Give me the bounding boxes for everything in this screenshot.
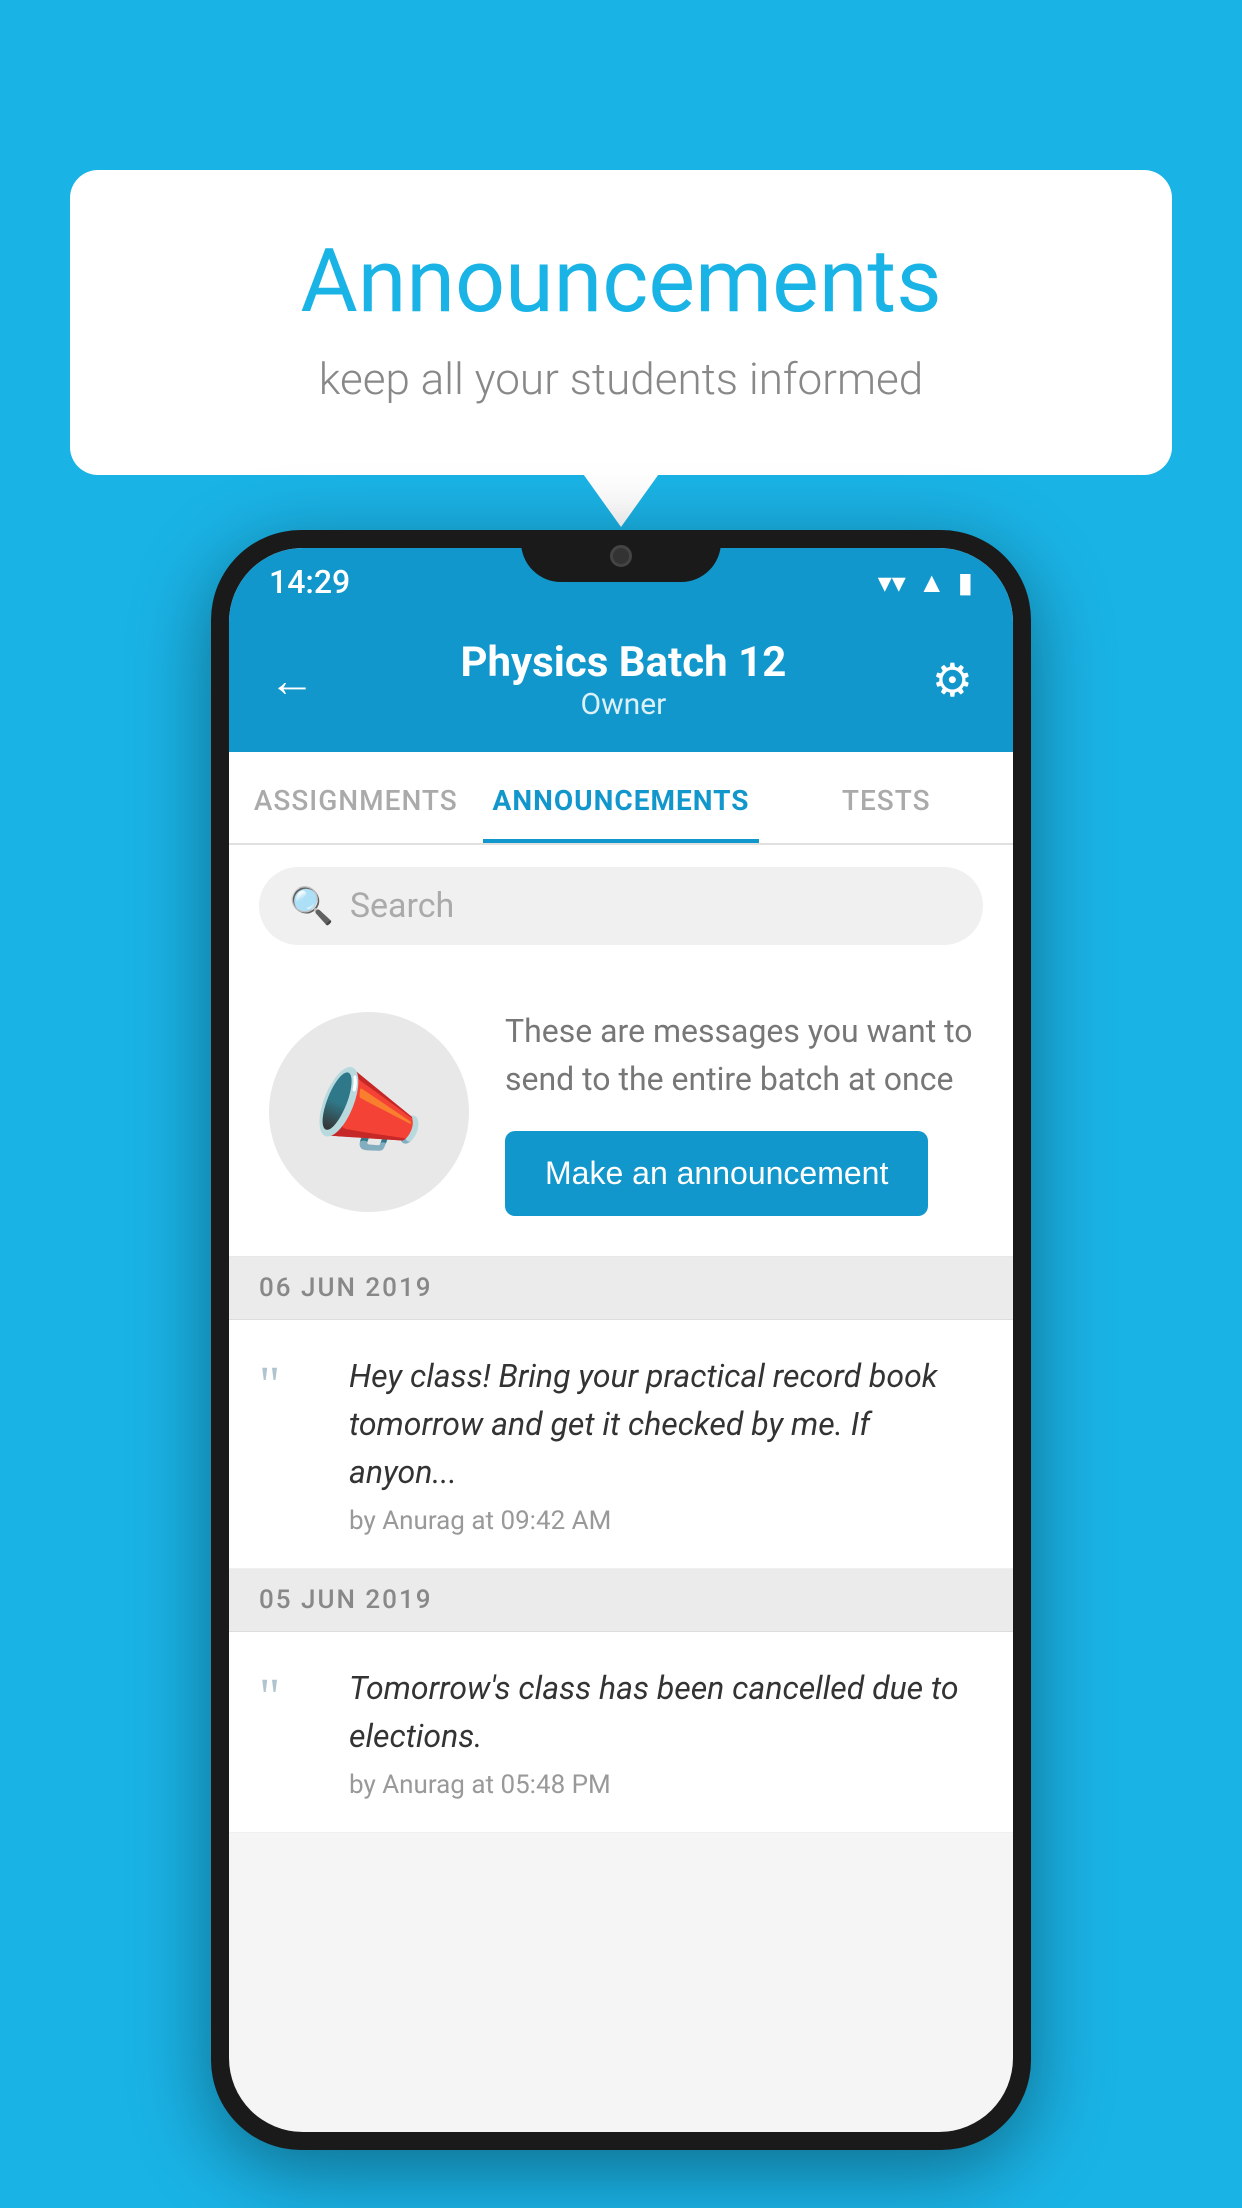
speech-bubble-container: Announcements keep all your students inf… [70, 170, 1172, 475]
tab-announcements[interactable]: ANNOUNCEMENTS [483, 752, 760, 843]
date-separator-2: 05 JUN 2019 [229, 1569, 1013, 1632]
wifi-icon: ▾▾ [878, 566, 906, 599]
phone-mockup: 14:29 ▾▾ ▲ ▮ ← Physics Batch 12 Owner ⚙ … [211, 530, 1031, 2150]
front-camera [610, 545, 632, 567]
back-button[interactable]: ← [269, 653, 315, 708]
megaphone-icon: 📣 [313, 1059, 425, 1164]
announcement-item-1[interactable]: " Hey class! Bring your practical record… [229, 1320, 1013, 1569]
promo-icon-circle: 📣 [269, 1012, 469, 1212]
announcement-content-1: Hey class! Bring your practical record b… [349, 1352, 983, 1536]
battery-icon: ▮ [958, 566, 973, 599]
announcement-text-1: Hey class! Bring your practical record b… [349, 1352, 983, 1496]
search-container: 🔍 Search [229, 845, 1013, 967]
tab-tests[interactable]: TESTS [759, 752, 1013, 843]
signal-icon: ▲ [918, 566, 946, 599]
announcement-meta-2: by Anurag at 05:48 PM [349, 1770, 983, 1800]
make-announcement-button[interactable]: Make an announcement [505, 1131, 928, 1216]
search-input[interactable]: Search [350, 886, 454, 926]
quote-icon-1: " [259, 1360, 319, 1412]
tab-assignments[interactable]: ASSIGNMENTS [229, 752, 483, 843]
phone-outer: 14:29 ▾▾ ▲ ▮ ← Physics Batch 12 Owner ⚙ … [211, 530, 1031, 2150]
status-time: 14:29 [269, 563, 350, 601]
speech-bubble: Announcements keep all your students inf… [70, 170, 1172, 475]
announcement-content-2: Tomorrow's class has been cancelled due … [349, 1664, 983, 1800]
phone-screen: 14:29 ▾▾ ▲ ▮ ← Physics Batch 12 Owner ⚙ … [229, 548, 1013, 2132]
date-separator-1: 06 JUN 2019 [229, 1257, 1013, 1320]
search-icon: 🔍 [289, 885, 334, 927]
promo-content: These are messages you want to send to t… [505, 1007, 973, 1216]
status-icons: ▾▾ ▲ ▮ [878, 566, 973, 599]
promo-description: These are messages you want to send to t… [505, 1007, 973, 1103]
promo-section: 📣 These are messages you want to send to… [229, 967, 1013, 1257]
header-title: Physics Batch 12 [460, 638, 786, 687]
header-subtitle: Owner [460, 687, 786, 722]
announcement-text-2: Tomorrow's class has been cancelled due … [349, 1664, 983, 1760]
settings-icon[interactable]: ⚙ [932, 653, 973, 708]
app-header: ← Physics Batch 12 Owner ⚙ [229, 616, 1013, 752]
header-title-group: Physics Batch 12 Owner [460, 638, 786, 722]
search-bar[interactable]: 🔍 Search [259, 867, 983, 945]
announcement-meta-1: by Anurag at 09:42 AM [349, 1506, 983, 1536]
quote-icon-2: " [259, 1672, 319, 1724]
speech-bubble-title: Announcements [150, 230, 1092, 333]
tabs-container: ASSIGNMENTS ANNOUNCEMENTS TESTS [229, 752, 1013, 845]
announcement-item-2[interactable]: " Tomorrow's class has been cancelled du… [229, 1632, 1013, 1833]
speech-bubble-subtitle: keep all your students informed [150, 353, 1092, 405]
phone-notch [521, 530, 721, 582]
